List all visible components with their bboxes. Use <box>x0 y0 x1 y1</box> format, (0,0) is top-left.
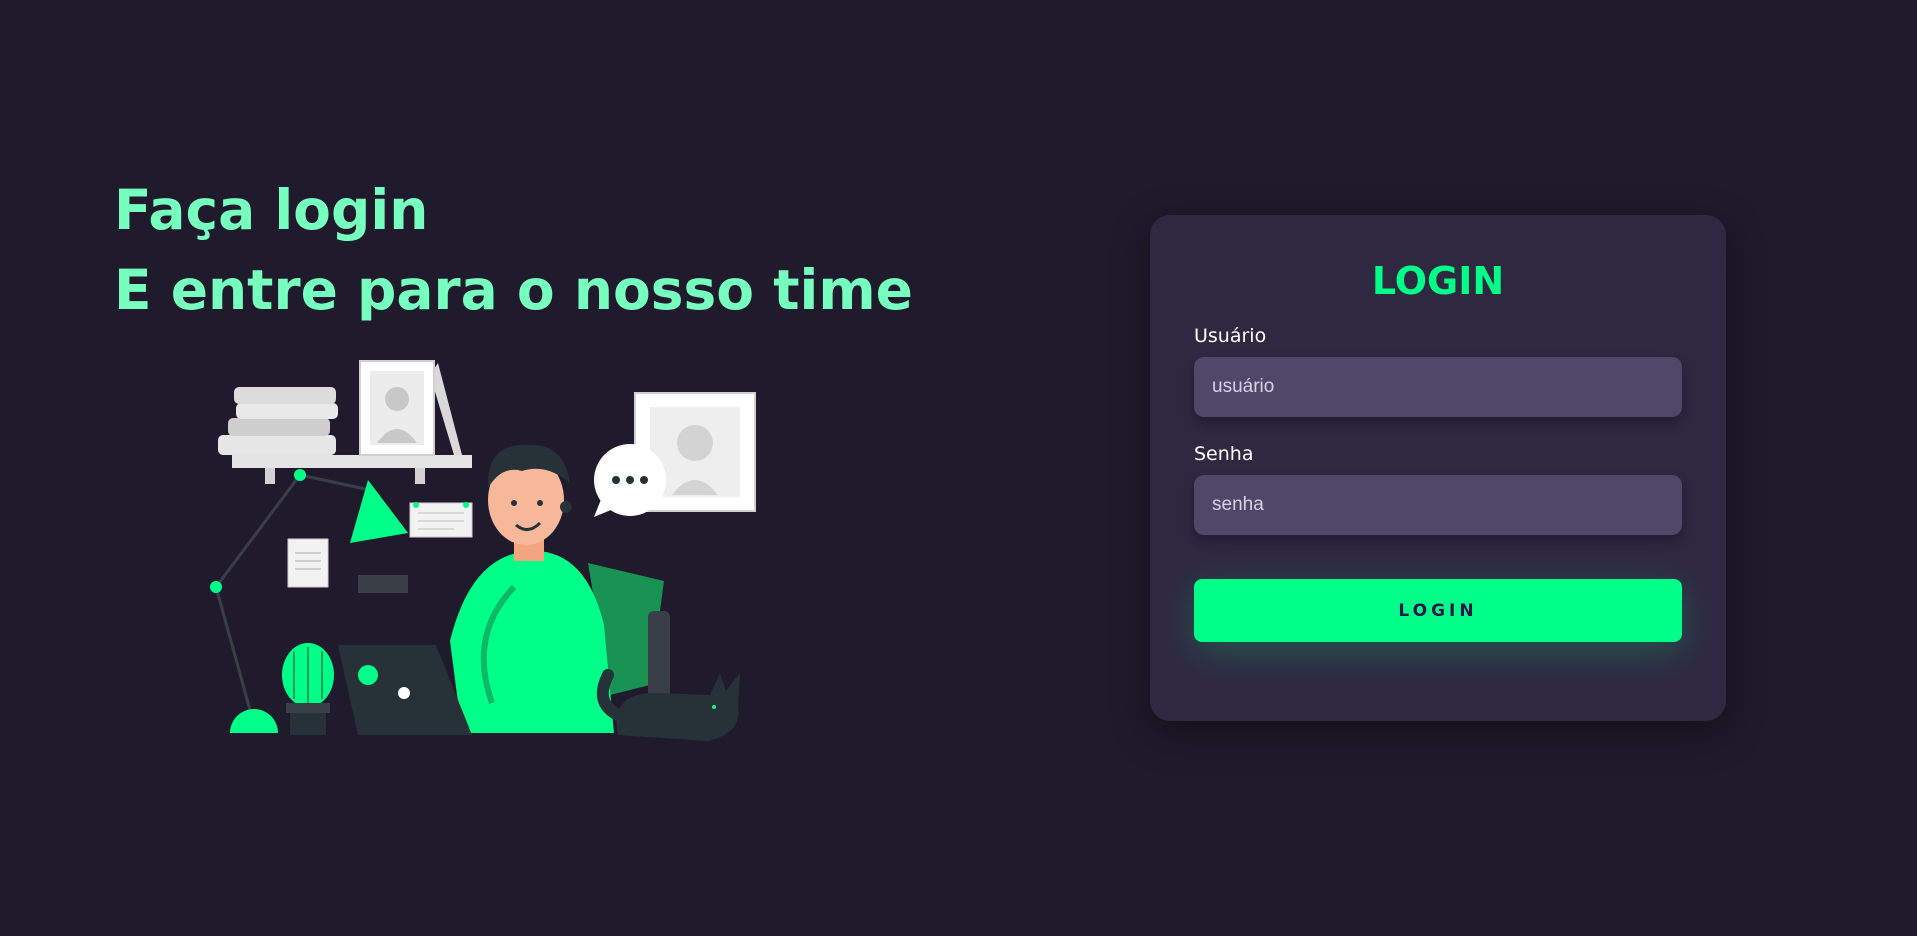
login-button[interactable]: LOGIN <box>1194 579 1682 642</box>
password-input[interactable] <box>1194 475 1682 535</box>
username-input[interactable] <box>1194 357 1682 417</box>
password-label: Senha <box>1194 443 1254 465</box>
picture-frame-icon <box>359 360 462 456</box>
hero-title-line-1: Faça login <box>114 178 429 242</box>
hero-section: Faça login E entre para o nosso time <box>114 170 913 330</box>
cactus-icon <box>282 643 334 735</box>
login-card-title: LOGIN <box>1371 259 1505 303</box>
person-icon <box>450 444 614 733</box>
username-label: Usuário <box>1194 325 1267 347</box>
laptop-icon <box>338 645 472 735</box>
login-card: LOGIN Usuário Senha LOGIN <box>1150 215 1726 721</box>
login-page: Faça login E entre para o nosso time LOG… <box>0 0 1917 936</box>
person-working-illustration <box>210 360 756 741</box>
hero-title-line-2: E entre para o nosso time <box>114 258 913 322</box>
